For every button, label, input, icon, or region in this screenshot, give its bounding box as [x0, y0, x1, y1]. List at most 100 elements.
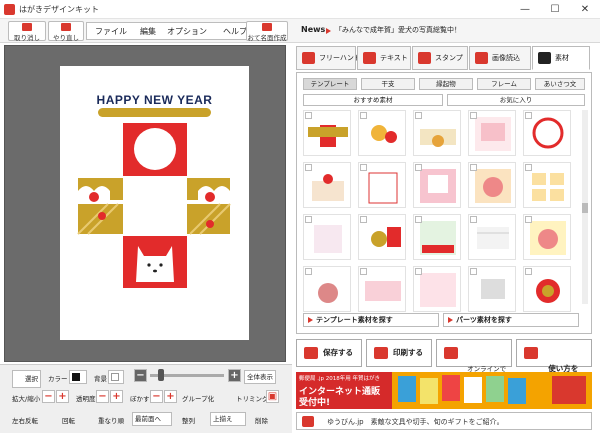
rotate-label[interactable]: 回転	[62, 415, 75, 425]
title-bar: はがきデザインキット — ☐ ✕	[0, 0, 600, 19]
template-thumb[interactable]	[468, 266, 516, 312]
plum-flower-1	[89, 192, 99, 202]
edit-controls: 選択 カラー 背景 − + 全体表示 拡大/縮小 − + 透明度 − + ぼかす…	[0, 364, 292, 433]
design-canvas[interactable]: HAPPY NEW YEAR	[4, 45, 286, 362]
delete-label[interactable]: 削除	[255, 415, 268, 425]
template-thumb[interactable]	[523, 266, 571, 312]
white-center-lower	[123, 204, 187, 234]
white-center-upper	[123, 178, 187, 200]
template-thumb[interactable]	[523, 214, 571, 260]
subtab-lucky[interactable]: 縁起物	[419, 78, 473, 90]
postcard[interactable]: HAPPY NEW YEAR	[60, 66, 249, 340]
material-icon	[538, 52, 551, 64]
close-button[interactable]: ✕	[570, 0, 600, 19]
fit-button[interactable]: 全体表示	[244, 370, 276, 384]
size-plus-button[interactable]: +	[56, 390, 69, 403]
order-online-button[interactable]: オンラインで 注文する	[436, 339, 512, 383]
template-thumb[interactable]	[413, 162, 461, 208]
window-title: はがきデザインキット	[19, 5, 99, 14]
undo-button[interactable]: 取り消し	[8, 21, 46, 42]
subtab-eto[interactable]: 干支	[361, 78, 415, 90]
template-thumb[interactable]	[358, 110, 406, 156]
tab-freehand[interactable]: フリーハンド	[296, 46, 361, 70]
trimming-button[interactable]: ▣	[266, 390, 279, 403]
blur-plus-button[interactable]: +	[164, 390, 177, 403]
tab-material[interactable]: 素材	[532, 46, 590, 70]
search-template-button[interactable]: テンプレート素材を探す	[303, 313, 439, 327]
template-thumb[interactable]	[523, 110, 571, 156]
blur-minus-button[interactable]: −	[150, 390, 163, 403]
template-thumb[interactable]	[523, 162, 571, 208]
color-label: カラー	[48, 375, 68, 383]
tab-stamp[interactable]: スタンプ	[412, 46, 468, 70]
subtab-frame[interactable]: フレーム	[477, 78, 531, 90]
recommend-button[interactable]: おすすめ素材	[303, 94, 443, 106]
menu-edit[interactable]: 編集	[140, 26, 156, 37]
cart-icon	[444, 347, 458, 359]
save-icon	[304, 347, 318, 359]
subtab-greeting[interactable]: あいさつ文	[535, 78, 585, 90]
card-illustration	[77, 123, 231, 288]
color-picker[interactable]	[69, 370, 87, 384]
group-label[interactable]: グループ化	[182, 393, 214, 403]
zoom-slider-knob[interactable]	[158, 369, 164, 381]
video-guide-button[interactable]: 使い方を 映像で見る	[516, 339, 592, 383]
text-icon	[363, 52, 376, 64]
size-minus-button[interactable]: −	[42, 390, 55, 403]
order-select[interactable]: 最前面へ	[132, 412, 172, 426]
template-thumb[interactable]	[358, 266, 406, 312]
template-thumb[interactable]	[303, 162, 351, 208]
template-thumb[interactable]	[303, 110, 351, 156]
align-select[interactable]: 上揃え	[210, 412, 246, 426]
favorites-button[interactable]: お気に入り	[447, 94, 585, 106]
template-thumb[interactable]	[413, 214, 461, 260]
template-thumb[interactable]	[468, 162, 516, 208]
zoom-out-button[interactable]: −	[134, 369, 147, 382]
news-label: News	[301, 25, 326, 34]
blur-label: ぼかす	[130, 395, 150, 403]
footer-text: ゆうびん.jp 素敵な文具や切手、旬のギフトをご紹介。	[327, 418, 504, 426]
redo-button[interactable]: やり直し	[48, 21, 84, 42]
template-thumb[interactable]	[358, 214, 406, 260]
search-parts-label: パーツ素材を探す	[456, 316, 512, 324]
maximize-button[interactable]: ☐	[540, 0, 570, 19]
template-thumb[interactable]	[358, 162, 406, 208]
template-thumb[interactable]	[413, 266, 461, 312]
news-text[interactable]: 「みんなで成年賀」愛犬の写真総覧中！	[335, 25, 461, 35]
select-tool[interactable]: 選択	[12, 370, 41, 388]
plum-flower-2	[205, 192, 215, 202]
template-thumb[interactable]	[303, 214, 351, 260]
video-icon	[524, 347, 538, 359]
minimize-button[interactable]: —	[510, 0, 540, 19]
tab-image-import[interactable]: 画像読込	[469, 46, 531, 70]
trimming-label[interactable]: トリミング	[236, 393, 269, 403]
template-thumb[interactable]	[468, 110, 516, 156]
redo-icon	[61, 23, 71, 31]
flip-label[interactable]: 左右反転	[12, 415, 38, 425]
print-button[interactable]: 印刷する	[366, 339, 432, 367]
opacity-minus-button[interactable]: −	[96, 390, 109, 403]
undo-label: 取り消し	[14, 34, 40, 42]
promo-banner[interactable]: 郵便局 .jp 2018年用 年賀はがき インターネット通販 受付中!	[296, 372, 592, 409]
menu-file[interactable]: ファイル	[95, 26, 127, 37]
template-thumb[interactable]	[303, 266, 351, 312]
template-thumb[interactable]	[468, 214, 516, 260]
plum-flower-4	[206, 220, 214, 228]
footer-link[interactable]: ゆうびん.jp 素敵な文具や切手、旬のギフトをご紹介。	[296, 412, 592, 430]
opacity-plus-button[interactable]: +	[110, 390, 123, 403]
toolbar: 取り消し やり直し ファイル 編集 オプション ヘルプ おて名面作成 News …	[0, 19, 600, 43]
tab-text[interactable]: テキスト	[357, 46, 411, 70]
banner-line3: 受付中!	[299, 398, 331, 408]
save-button[interactable]: 保存する	[296, 339, 362, 367]
address-button[interactable]: おて名面作成	[246, 21, 288, 42]
template-scrollbar-thumb[interactable]	[582, 203, 588, 213]
zoom-in-button[interactable]: +	[228, 369, 241, 382]
template-thumb[interactable]	[413, 110, 461, 156]
menu-options[interactable]: オプション	[167, 26, 207, 37]
search-template-label: テンプレート素材を探す	[316, 316, 393, 324]
search-parts-button[interactable]: パーツ素材を探す	[443, 313, 579, 327]
background-picker[interactable]	[108, 370, 124, 384]
subtab-template[interactable]: テンプレート	[303, 78, 357, 90]
menu-help[interactable]: ヘルプ	[223, 26, 247, 37]
tool-tabs: フリーハンド テキスト スタンプ 画像読込 素材	[296, 46, 592, 72]
